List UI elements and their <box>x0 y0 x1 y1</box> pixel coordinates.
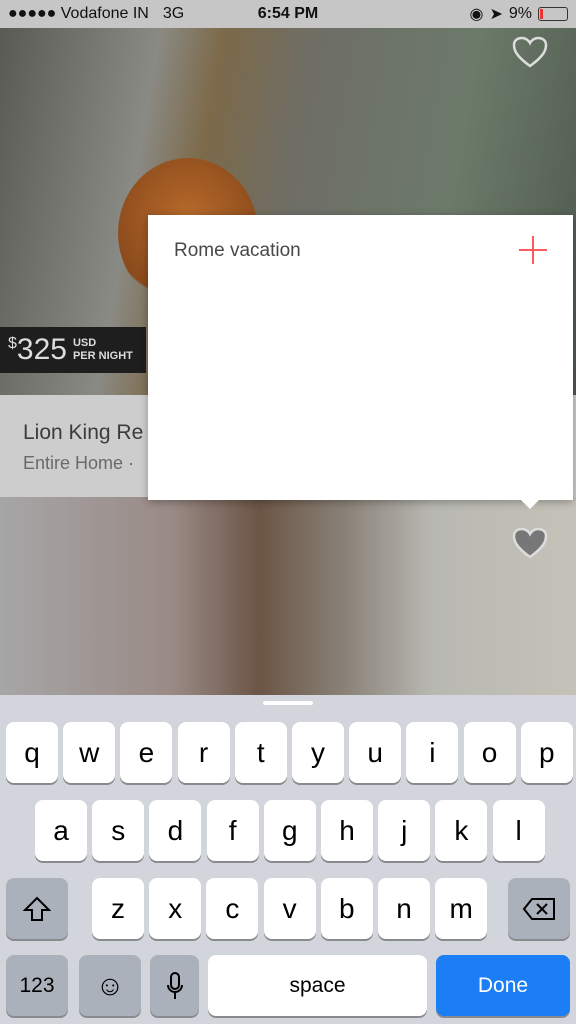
key-x[interactable]: x <box>149 878 202 939</box>
currency-symbol: $ <box>8 335 17 352</box>
key-t[interactable]: t <box>234 722 287 783</box>
key-w[interactable]: w <box>63 722 116 783</box>
microphone-icon <box>166 971 183 999</box>
listing-subtitle: Entire Home · <box>23 453 135 473</box>
carrier: ●●●●● Vodafone IN <box>8 5 149 22</box>
battery-icon <box>538 7 568 21</box>
heart-icon[interactable] <box>512 36 548 68</box>
location-icon: ➤ <box>489 6 503 23</box>
key-r[interactable]: r <box>177 722 230 783</box>
key-f[interactable]: f <box>206 800 259 861</box>
price-tag: $325 USD PER NIGHT <box>0 327 146 373</box>
key-p[interactable]: p <box>520 722 573 783</box>
key-y[interactable]: y <box>292 722 344 783</box>
emoji-key[interactable]: ☺ <box>79 955 141 1016</box>
key-e[interactable]: e <box>120 722 173 783</box>
key-s[interactable]: s <box>92 800 145 861</box>
key-n[interactable]: n <box>378 878 430 939</box>
key-k[interactable]: k <box>435 800 488 861</box>
currency: USD <box>72 337 97 349</box>
key-q[interactable]: q <box>6 722 58 783</box>
key-z[interactable]: z <box>92 878 144 939</box>
listing-title: Lion King Re <box>23 421 144 444</box>
key-h[interactable]: h <box>321 800 373 861</box>
price-period: PER NIGHT <box>72 350 133 362</box>
dictation-key[interactable] <box>150 955 199 1016</box>
key-o[interactable]: o <box>463 722 516 783</box>
key-i[interactable]: i <box>406 722 459 783</box>
emoji-icon: ☺ <box>95 969 125 1001</box>
plus-icon[interactable] <box>518 235 548 265</box>
key-b[interactable]: b <box>320 878 373 939</box>
key-u[interactable]: u <box>349 722 402 783</box>
key-a[interactable]: a <box>35 800 87 861</box>
done-key[interactable]: Done <box>436 955 570 1016</box>
space-key[interactable]: space <box>208 955 427 1016</box>
battery-percent: 9% <box>508 5 532 22</box>
shift-key[interactable] <box>6 878 68 939</box>
shift-icon <box>23 896 51 921</box>
network: 3G <box>162 5 185 22</box>
listing-photo-2[interactable] <box>0 497 576 695</box>
key-c[interactable]: c <box>206 878 259 939</box>
key-v[interactable]: v <box>263 878 316 939</box>
key-m[interactable]: m <box>435 878 488 939</box>
key-d[interactable]: d <box>149 800 202 861</box>
backspace-icon <box>522 897 555 920</box>
keyboard-handle[interactable] <box>263 701 313 705</box>
new-wishlist-popover <box>148 215 573 509</box>
key-g[interactable]: g <box>263 800 316 861</box>
delete-key[interactable] <box>508 878 570 939</box>
wishlist-name-input[interactable] <box>174 237 494 265</box>
key-l[interactable]: l <box>492 800 545 861</box>
keyboard: q w e r t y u i o p a s d f g h j k l z x c v b n m 123 ☺ space Done <box>0 695 576 1024</box>
price-amount: 325 <box>16 333 67 366</box>
status-bar: ●●●●● Vodafone IN 3G 6:54 PM ◉ ➤ 9% <box>0 0 576 28</box>
heart-icon[interactable] <box>512 527 548 559</box>
rotation-lock-icon: ◉ <box>469 6 484 23</box>
key-j[interactable]: j <box>378 800 431 861</box>
numbers-key[interactable]: 123 <box>6 955 68 1016</box>
